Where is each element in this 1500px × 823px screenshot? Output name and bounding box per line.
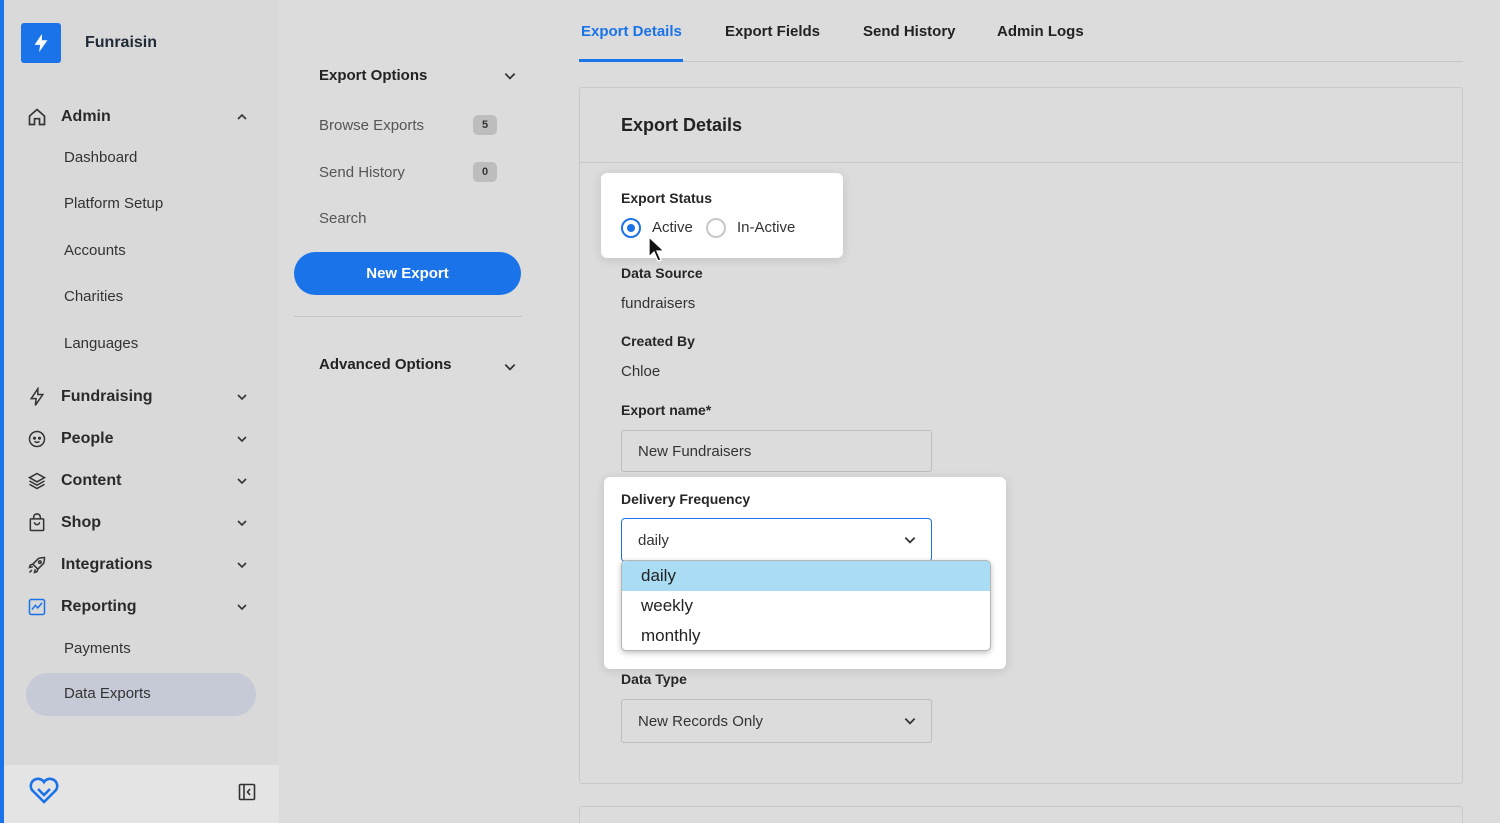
bolt-icon	[26, 386, 48, 408]
collapse-sidebar-icon[interactable]	[238, 783, 256, 806]
status-inactive-radio[interactable]	[706, 218, 726, 238]
advanced-options-title[interactable]: Advanced Options	[319, 356, 452, 373]
sidebar-item-charities[interactable]: Charities	[64, 288, 123, 305]
export-options-title[interactable]: Export Options	[319, 67, 427, 84]
chevron-down-icon	[234, 557, 250, 573]
tab-admin-logs[interactable]: Admin Logs	[997, 23, 1084, 40]
rocket-icon	[26, 554, 48, 576]
mouse-pointer-icon	[647, 235, 667, 264]
chevron-down-icon[interactable]	[503, 69, 517, 83]
chevron-up-icon	[234, 109, 250, 125]
active-tab-indicator	[579, 59, 683, 62]
status-active-label[interactable]: Active	[652, 219, 693, 236]
chevron-down-icon	[234, 431, 250, 447]
sidebar-footer	[4, 765, 279, 823]
sidebar-group-integrations[interactable]: Integrations	[26, 550, 256, 580]
sidebar-item-data-exports[interactable]: Data Exports	[64, 685, 151, 702]
status-active-radio[interactable]	[621, 218, 641, 238]
data-source-value: fundraisers	[621, 295, 696, 312]
chevron-down-icon[interactable]	[503, 360, 517, 374]
face-icon	[26, 428, 48, 450]
created-by-value: Chloe	[621, 363, 661, 380]
sidebar: Funraisin Admin Dashboard Platform Setup…	[0, 0, 279, 823]
next-card	[579, 806, 1463, 823]
delivery-frequency-value: daily	[638, 531, 669, 549]
sidebar-group-label: Integrations	[61, 556, 153, 573]
send-history-count-badge: 0	[473, 162, 497, 182]
tab-bar: Export Details Export Fields Send Histor…	[579, 0, 1463, 62]
data-type-select[interactable]: New Records Only	[621, 699, 932, 743]
export-status-highlight	[601, 173, 843, 258]
sidebar-group-label: Reporting	[61, 598, 137, 615]
sidebar-group-label: Admin	[61, 108, 111, 125]
sidebar-item-languages[interactable]: Languages	[64, 335, 138, 352]
delivery-frequency-dropdown: daily weekly monthly	[621, 560, 991, 651]
sidebar-group-people[interactable]: People	[26, 424, 256, 454]
sidebar-item-payments[interactable]: Payments	[64, 640, 131, 657]
sidebar-group-content[interactable]: Content	[26, 466, 256, 496]
data-type-label: Data Type	[621, 671, 687, 687]
chevron-down-icon	[234, 515, 250, 531]
delivery-frequency-label: Delivery Frequency	[621, 491, 751, 507]
card-title: Export Details	[621, 115, 743, 135]
new-export-button[interactable]: New Export	[294, 252, 521, 295]
status-inactive-label[interactable]: In-Active	[737, 219, 795, 236]
dropdown-option-weekly[interactable]: weekly	[622, 591, 990, 621]
sidebar-item-accounts[interactable]: Accounts	[64, 242, 126, 259]
tab-send-history[interactable]: Send History	[863, 23, 956, 40]
sidebar-group-reporting[interactable]: Reporting	[26, 592, 256, 622]
chevron-down-icon	[234, 389, 250, 405]
sidebar-group-fundraising[interactable]: Fundraising	[26, 382, 256, 412]
export-options-panel: Export Options Browse Exports 5 Send His…	[279, 0, 536, 823]
layers-icon	[26, 470, 48, 492]
subnav-browse-exports[interactable]: Browse Exports	[319, 117, 424, 134]
shopping-bag-icon	[26, 512, 48, 534]
export-name-label: Export name*	[621, 402, 712, 418]
sidebar-group-shop[interactable]: Shop	[26, 508, 256, 538]
sidebar-group-label: Content	[61, 472, 122, 489]
bolt-logo-icon	[21, 23, 61, 63]
brand[interactable]: Funraisin	[21, 23, 157, 63]
chevron-down-icon	[234, 473, 250, 489]
sidebar-item-platform-setup[interactable]: Platform Setup	[64, 195, 163, 212]
data-source-label: Data Source	[621, 265, 703, 281]
divider	[294, 316, 522, 317]
delivery-frequency-select[interactable]: daily	[621, 518, 932, 562]
tab-export-fields[interactable]: Export Fields	[725, 23, 820, 40]
sidebar-item-dashboard[interactable]: Dashboard	[64, 149, 137, 166]
dropdown-option-monthly[interactable]: monthly	[622, 621, 990, 650]
card-header: Export Details	[580, 88, 1462, 163]
chart-icon	[26, 596, 48, 618]
home-icon	[26, 106, 48, 128]
chevron-down-icon	[903, 533, 917, 547]
created-by-label: Created By	[621, 333, 695, 349]
sidebar-group-label: People	[61, 430, 114, 447]
heart-logo-icon[interactable]	[28, 777, 60, 810]
sidebar-group-admin[interactable]: Admin	[26, 102, 256, 132]
subnav-send-history[interactable]: Send History	[319, 164, 405, 181]
tab-export-details[interactable]: Export Details	[581, 23, 682, 40]
chevron-down-icon	[234, 599, 250, 615]
subnav-search[interactable]: Search	[319, 210, 367, 227]
data-type-value: New Records Only	[638, 712, 764, 730]
browse-exports-count-badge: 5	[473, 115, 497, 135]
export-status-label: Export Status	[621, 190, 713, 206]
dropdown-option-daily[interactable]: daily	[622, 561, 990, 591]
export-name-input[interactable]: New Fundraisers	[621, 430, 932, 472]
chevron-down-icon	[903, 714, 917, 728]
sidebar-group-label: Shop	[61, 514, 101, 531]
brand-name: Funraisin	[85, 34, 158, 51]
sidebar-group-label: Fundraising	[61, 388, 153, 405]
